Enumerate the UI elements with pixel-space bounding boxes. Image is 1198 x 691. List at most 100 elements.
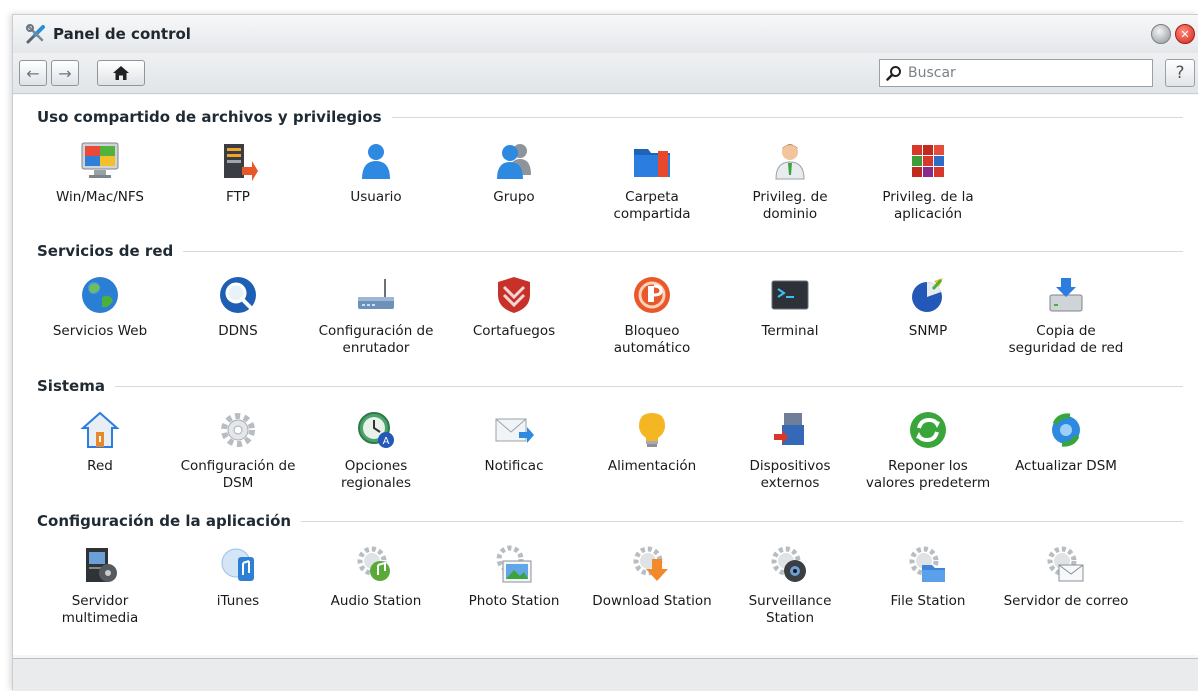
section-divider — [183, 250, 1183, 252]
item-snmp[interactable]: SNMP — [859, 273, 997, 357]
forward-button[interactable]: → — [51, 60, 79, 86]
item-opciones-regionales[interactable]: A Opciones regionales — [307, 408, 445, 492]
auto-block-icon — [630, 273, 674, 317]
search-icon — [886, 66, 901, 81]
item-win-mac-nfs[interactable]: Win/Mac/NFS — [31, 139, 169, 223]
item-servicios-web[interactable]: Servicios Web — [31, 273, 169, 357]
item-label: DDNS — [218, 323, 258, 339]
item-label: Carpeta compartida — [613, 189, 691, 222]
item-configuracion-enrutador[interactable]: Configuración de enrutador — [307, 273, 445, 357]
item-actualizar-dsm[interactable]: Actualizar DSM — [997, 408, 1135, 492]
section-title: Uso compartido de archivos y privilegios — [37, 108, 382, 126]
history-nav: ← → — [19, 60, 79, 86]
arrow-left-icon: ← — [26, 63, 40, 83]
item-usuario[interactable]: Usuario — [307, 139, 445, 223]
network-backup-icon — [1044, 273, 1088, 317]
clock-regional-icon: A — [354, 408, 398, 452]
item-audio-station[interactable]: Audio Station — [307, 543, 445, 627]
item-label: iTunes — [216, 593, 260, 609]
section-header: Configuración de la aplicación — [37, 512, 1183, 530]
mail-server-icon — [1044, 543, 1088, 587]
domain-user-icon — [768, 139, 812, 183]
item-label: Copia de seguridad de red — [1008, 323, 1124, 356]
control-panel-content: Uso compartido de archivos y privilegios… — [13, 95, 1198, 655]
item-red[interactable]: Red — [31, 408, 169, 492]
surveillance-camera-icon — [768, 543, 812, 587]
item-label: Alimentación — [607, 458, 697, 474]
item-label: Surveillance Station — [748, 593, 832, 626]
item-label: Grupo — [493, 189, 535, 205]
search-box — [879, 59, 1153, 87]
item-alimentacion[interactable]: Alimentación — [583, 408, 721, 492]
item-servidor-correo[interactable]: Servidor de correo — [997, 543, 1135, 627]
item-copia-seguridad-red[interactable]: Copia de seguridad de red — [997, 273, 1135, 357]
router-icon — [354, 273, 398, 317]
close-button[interactable]: ✕ — [1175, 24, 1195, 44]
status-bar — [13, 658, 1198, 691]
item-cortafuegos[interactable]: Cortafuegos — [445, 273, 583, 357]
firewall-shield-icon — [492, 273, 536, 317]
item-carpeta-compartida[interactable]: Carpeta compartida — [583, 139, 721, 223]
item-file-station[interactable]: File Station — [859, 543, 997, 627]
item-label: Privileg. de dominio — [752, 189, 828, 222]
item-itunes[interactable]: iTunes — [169, 543, 307, 627]
item-label: File Station — [890, 593, 966, 609]
item-dispositivos-externos[interactable]: Dispositivos externos — [721, 408, 859, 492]
item-ftp[interactable]: FTP — [169, 139, 307, 223]
item-label: Reponer los valores predeterm — [865, 458, 991, 491]
section-items: Win/Mac/NFS FTP Usuario Grupo Carpeta co… — [31, 139, 997, 223]
item-label: Actualizar DSM — [1015, 458, 1117, 474]
shared-folder-icon — [630, 139, 674, 183]
photo-station-icon — [492, 543, 536, 587]
item-download-station[interactable]: Download Station — [583, 543, 721, 627]
house-network-icon — [78, 408, 122, 452]
item-label: Privileg. de la aplicación — [882, 189, 974, 222]
toolbar: ← → ? — [13, 53, 1198, 94]
item-label: Bloqueo automático — [613, 323, 691, 356]
item-privileg-aplicacion[interactable]: Privileg. de la aplicación — [859, 139, 997, 223]
section-title: Sistema — [37, 377, 105, 395]
section-items: Red Configuración de DSM A Opciones regi… — [31, 408, 1135, 492]
item-label: Audio Station — [330, 593, 422, 609]
section-items: Servidor multimedia iTunes Audio Station — [31, 543, 1135, 627]
item-surveillance-station[interactable]: Surveillance Station — [721, 543, 859, 627]
control-panel-icon — [26, 24, 45, 44]
usb-device-icon — [768, 408, 812, 452]
update-refresh-icon — [1044, 408, 1088, 452]
minimize-button[interactable] — [1151, 24, 1171, 44]
section-header: Uso compartido de archivos y privilegios — [37, 108, 1183, 126]
item-grupo[interactable]: Grupo — [445, 139, 583, 223]
search-input[interactable] — [906, 64, 1150, 82]
user-icon — [354, 139, 398, 183]
svg-text:A: A — [383, 436, 390, 447]
light-bulb-icon — [630, 408, 674, 452]
item-ddns[interactable]: DDNS — [169, 273, 307, 357]
snmp-pie-icon — [906, 273, 950, 317]
item-configuracion-dsm[interactable]: Configuración de DSM — [169, 408, 307, 492]
item-photo-station[interactable]: Photo Station — [445, 543, 583, 627]
back-button[interactable]: ← — [19, 60, 47, 86]
terminal-icon — [768, 273, 812, 317]
home-button[interactable] — [97, 60, 145, 86]
item-terminal[interactable]: Terminal — [721, 273, 859, 357]
item-label: Servidor multimedia — [61, 593, 139, 626]
help-button[interactable]: ? — [1165, 59, 1195, 87]
gear-icon — [216, 408, 260, 452]
item-privileg-dominio[interactable]: Privileg. de dominio — [721, 139, 859, 223]
window-title: Panel de control — [53, 25, 191, 43]
section-header: Sistema — [37, 377, 1183, 395]
item-label: Photo Station — [468, 593, 560, 609]
item-bloqueo-automatico[interactable]: Bloqueo automático — [583, 273, 721, 357]
item-servidor-multimedia[interactable]: Servidor multimedia — [31, 543, 169, 627]
section-divider — [114, 385, 1183, 387]
file-station-icon — [906, 543, 950, 587]
item-label: Usuario — [350, 189, 402, 205]
monitor-icon — [78, 139, 122, 183]
item-label: SNMP — [908, 323, 948, 339]
item-notificacion[interactable]: Notificac — [445, 408, 583, 492]
item-label: Servicios Web — [52, 323, 148, 339]
item-label: Servidor de correo — [1003, 593, 1129, 609]
item-reponer-valores[interactable]: Reponer los valores predeterm — [859, 408, 997, 492]
item-label: Opciones regionales — [340, 458, 412, 491]
globe-icon — [78, 273, 122, 317]
